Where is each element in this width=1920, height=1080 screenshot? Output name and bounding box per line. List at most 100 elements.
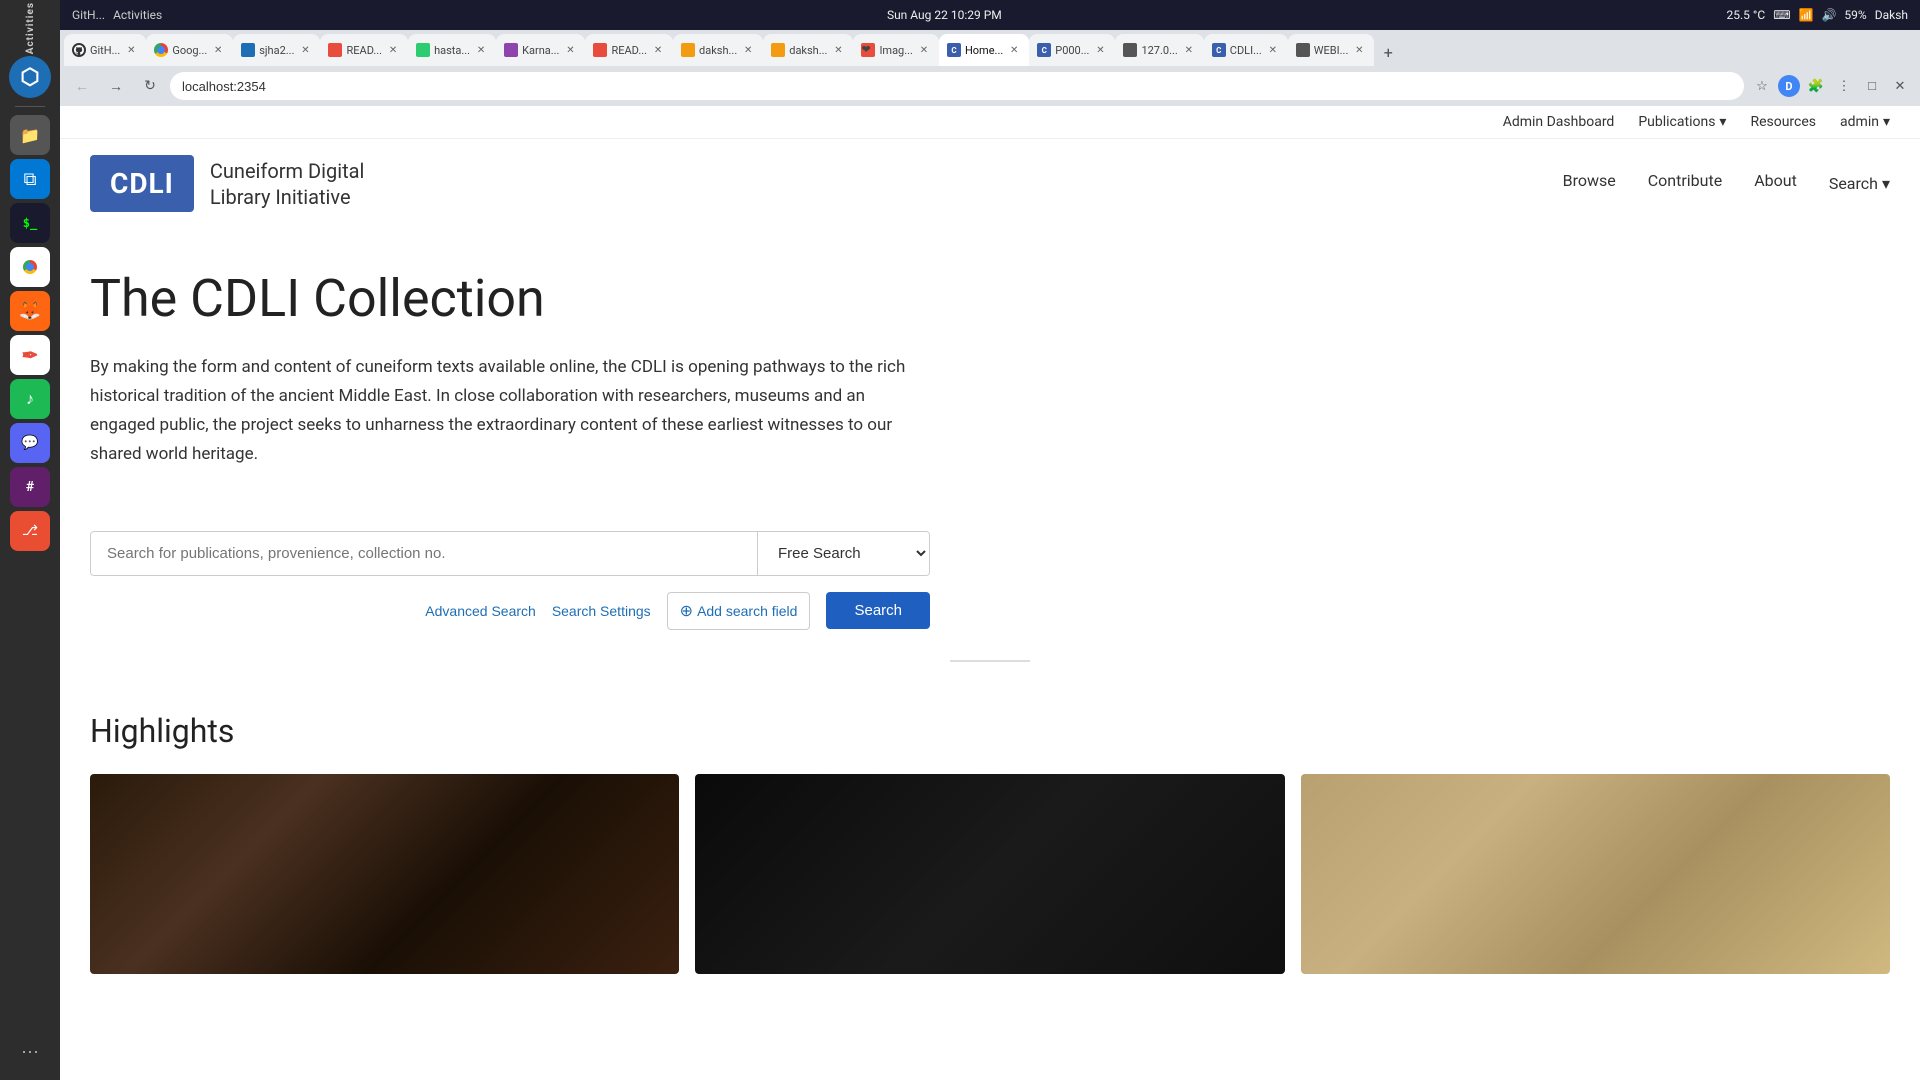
publications-chevron-icon: ▾ bbox=[1719, 114, 1726, 130]
tab-sjha2-close[interactable]: ✕ bbox=[298, 43, 312, 57]
tab-read1[interactable]: READ... ✕ bbox=[320, 34, 408, 66]
close-button[interactable]: ✕ bbox=[1888, 74, 1912, 98]
tab-cdli[interactable]: C CDLI... ✕ bbox=[1204, 34, 1288, 66]
tab-daksh2[interactable]: daksh... ✕ bbox=[763, 34, 853, 66]
extensions-icon[interactable]: 🧩 bbox=[1804, 74, 1828, 98]
tab-webi[interactable]: WEBI... ✕ bbox=[1288, 34, 1375, 66]
chrome-icon[interactable] bbox=[10, 247, 50, 287]
publications-dropdown[interactable]: Publications ▾ bbox=[1638, 114, 1726, 130]
tab-read2[interactable]: READ... ✕ bbox=[585, 34, 673, 66]
admin-chevron-icon: ▾ bbox=[1883, 114, 1890, 130]
highlights-section: Highlights bbox=[60, 692, 1920, 994]
highlight-card-1[interactable] bbox=[90, 774, 679, 974]
forward-button[interactable]: → bbox=[102, 72, 130, 100]
system-bar-left: GitH... Activities bbox=[72, 8, 162, 22]
back-button[interactable]: ← bbox=[68, 72, 96, 100]
tab-image-close[interactable]: ✕ bbox=[917, 43, 931, 57]
tab-read2-close[interactable]: ✕ bbox=[651, 43, 665, 57]
address-input[interactable] bbox=[170, 72, 1744, 100]
logo-line2: Library Initiative bbox=[210, 184, 365, 210]
apps-grid-icon[interactable]: ⋯ bbox=[10, 1032, 50, 1072]
inkscape-icon[interactable]: ✒ bbox=[10, 335, 50, 375]
website-content: Admin Dashboard Publications ▾ Resources… bbox=[60, 106, 1920, 1080]
search-settings-link[interactable]: Search Settings bbox=[552, 603, 651, 619]
highlight-card-2[interactable] bbox=[695, 774, 1284, 974]
system-bar: GitH... Activities Sun Aug 22 10:29 PM 2… bbox=[60, 0, 1920, 30]
tab-127[interactable]: 127.0... ✕ bbox=[1115, 34, 1203, 66]
contribute-link[interactable]: Contribute bbox=[1648, 171, 1722, 196]
about-link[interactable]: About bbox=[1754, 171, 1797, 196]
search-input[interactable] bbox=[91, 532, 757, 575]
tab-karna[interactable]: Karna... ✕ bbox=[496, 34, 585, 66]
logo-line1: Cuneiform Digital bbox=[210, 158, 365, 184]
tab-read2-label: READ... bbox=[611, 44, 647, 57]
tab-github[interactable]: GitH... ✕ bbox=[64, 34, 146, 66]
files-icon[interactable]: 📁 bbox=[10, 115, 50, 155]
resources-link[interactable]: Resources bbox=[1750, 114, 1816, 130]
tab-hasta[interactable]: hasta... ✕ bbox=[408, 34, 496, 66]
tab-google-close[interactable]: ✕ bbox=[211, 43, 225, 57]
admin-dropdown[interactable]: admin ▾ bbox=[1840, 114, 1890, 130]
tab-webi-label: WEBI... bbox=[1314, 44, 1349, 57]
tab-home[interactable]: C Home... ✕ bbox=[939, 34, 1029, 66]
hero-description: By making the form and content of cuneif… bbox=[90, 353, 930, 469]
tab-google[interactable]: Goog... ✕ bbox=[146, 34, 233, 66]
tab-p000-close[interactable]: ✕ bbox=[1093, 43, 1107, 57]
slack-icon[interactable]: # bbox=[10, 467, 50, 507]
tab-github-close[interactable]: ✕ bbox=[124, 43, 138, 57]
address-bar-row: ← → ↻ ☆ D 🧩 ⋮ □ ✕ bbox=[60, 66, 1920, 106]
git-icon[interactable]: ⎇ bbox=[10, 511, 50, 551]
terminal-icon[interactable]: $_ bbox=[10, 203, 50, 243]
tab-daksh1-close[interactable]: ✕ bbox=[741, 43, 755, 57]
launcher-icon[interactable]: ⬡ bbox=[9, 56, 51, 98]
search-actions: Advanced Search Search Settings ⊕ Add se… bbox=[90, 592, 930, 630]
tab-cdli-close[interactable]: ✕ bbox=[1266, 43, 1280, 57]
active-app-label: GitH... bbox=[72, 8, 105, 22]
restore-button[interactable]: □ bbox=[1860, 74, 1884, 98]
browse-link[interactable]: Browse bbox=[1563, 171, 1616, 196]
tab-karna-close[interactable]: ✕ bbox=[563, 43, 577, 57]
advanced-search-link[interactable]: Advanced Search bbox=[425, 603, 536, 619]
spotify-icon[interactable]: ♪ bbox=[10, 379, 50, 419]
cdli-logo[interactable]: CDLI bbox=[90, 155, 194, 212]
vscode-icon[interactable]: ⧉ bbox=[10, 159, 50, 199]
highlights-title: Highlights bbox=[90, 712, 1890, 750]
tab-daksh2-close[interactable]: ✕ bbox=[831, 43, 845, 57]
new-tab-button[interactable]: + bbox=[1374, 38, 1402, 66]
tab-127-close[interactable]: ✕ bbox=[1182, 43, 1196, 57]
tab-hasta-close[interactable]: ✕ bbox=[474, 43, 488, 57]
search-dropdown[interactable]: Search ▾ bbox=[1829, 174, 1890, 193]
tab-webi-close[interactable]: ✕ bbox=[1352, 43, 1366, 57]
admin-nav: Admin Dashboard Publications ▾ Resources… bbox=[60, 106, 1920, 139]
tab-home-close[interactable]: ✕ bbox=[1007, 43, 1021, 57]
highlight-card-3[interactable] bbox=[1301, 774, 1890, 974]
tab-p000[interactable]: C P000... ✕ bbox=[1029, 34, 1115, 66]
menu-icon[interactable]: ⋮ bbox=[1832, 74, 1856, 98]
search-type-select[interactable]: Free Search Advanced Search bbox=[757, 532, 929, 575]
section-divider bbox=[950, 660, 1030, 662]
plus-circle-icon: ⊕ bbox=[680, 601, 693, 621]
tab-image[interactable]: ❤ Imag... ✕ bbox=[853, 34, 939, 66]
tab-sjha2[interactable]: sjha2... ✕ bbox=[233, 34, 320, 66]
main-header: CDLI Cuneiform Digital Library Initiativ… bbox=[60, 139, 1920, 228]
datetime-label: Sun Aug 22 10:29 PM bbox=[887, 8, 1002, 22]
add-search-field-button[interactable]: ⊕ Add search field bbox=[667, 592, 811, 630]
profile-icon[interactable]: D bbox=[1778, 75, 1800, 97]
tab-hasta-label: hasta... bbox=[434, 44, 470, 57]
bookmark-icon[interactable]: ☆ bbox=[1750, 74, 1774, 98]
discord-icon[interactable]: 💬 bbox=[10, 423, 50, 463]
search-chevron-icon: ▾ bbox=[1882, 174, 1890, 193]
main-nav: Browse Contribute About Search ▾ bbox=[1563, 171, 1890, 196]
activities-button[interactable]: Activities bbox=[10, 8, 50, 48]
system-bar-center: Sun Aug 22 10:29 PM bbox=[887, 8, 1002, 22]
tab-read1-label: READ... bbox=[346, 44, 382, 57]
tab-daksh1[interactable]: daksh... ✕ bbox=[673, 34, 763, 66]
volume-icon: 🔊 bbox=[1821, 8, 1836, 22]
firefox-icon[interactable]: 🦊 bbox=[10, 291, 50, 331]
tab-daksh2-label: daksh... bbox=[789, 44, 827, 57]
search-button[interactable]: Search bbox=[826, 592, 930, 629]
tab-home-label: Home... bbox=[965, 44, 1003, 57]
admin-dashboard-link[interactable]: Admin Dashboard bbox=[1503, 114, 1615, 130]
reload-button[interactable]: ↻ bbox=[136, 72, 164, 100]
tab-read1-close[interactable]: ✕ bbox=[386, 43, 400, 57]
